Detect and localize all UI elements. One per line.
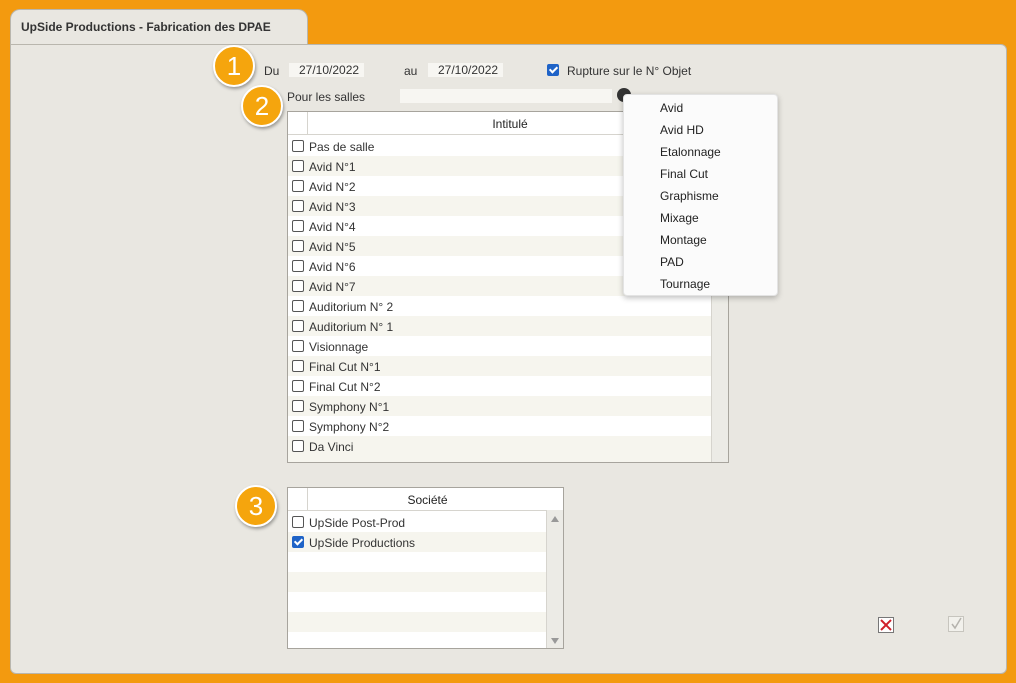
row-label: Auditorium N° 2 — [309, 300, 394, 314]
menu-item[interactable]: Montage — [660, 233, 707, 247]
row-checkbox[interactable] — [292, 536, 304, 548]
row-checkbox[interactable] — [292, 440, 304, 452]
row-label: Da Vinci — [309, 440, 354, 454]
row-label: Visionnage — [309, 340, 369, 354]
row-label: Symphony N°2 — [309, 420, 390, 434]
row-label: UpSide Post-Prod — [309, 516, 406, 530]
row-checkbox[interactable] — [292, 240, 304, 252]
row-checkbox[interactable] — [292, 300, 304, 312]
table-row[interactable]: Symphony N°2 — [288, 416, 712, 436]
table-row[interactable]: Symphony N°1 — [288, 396, 712, 416]
close-icon — [880, 619, 892, 631]
table-row[interactable]: Visionnage — [288, 336, 712, 356]
from-date-label: Du — [264, 64, 280, 78]
to-date-label: au — [404, 64, 418, 78]
ok-button[interactable] — [948, 616, 964, 632]
row-checkbox[interactable] — [292, 380, 304, 392]
row-label: Avid N°4 — [309, 220, 356, 234]
from-date-field[interactable] — [289, 63, 364, 77]
row-checkbox[interactable] — [292, 200, 304, 212]
row-label: Avid N°3 — [309, 200, 356, 214]
window-tab[interactable]: UpSide Productions - Fabrication des DPA… — [10, 9, 308, 45]
window-title: UpSide Productions - Fabrication des DPA… — [21, 20, 271, 34]
salles-label: Pour les salles — [287, 90, 366, 104]
scroll-up-icon[interactable] — [551, 516, 559, 522]
row-label: Avid N°2 — [309, 180, 356, 194]
company-table-header: Société — [288, 488, 563, 511]
row-checkbox[interactable] — [292, 260, 304, 272]
table-row[interactable] — [288, 456, 712, 462]
table-row[interactable]: Auditorium N° 1 — [288, 316, 712, 336]
step-badge-3: 3 — [235, 485, 277, 527]
table-row[interactable] — [288, 592, 547, 612]
company-scrollbar[interactable] — [546, 510, 563, 648]
company-header-title[interactable]: Société — [308, 493, 547, 507]
menu-item[interactable]: PAD — [660, 255, 684, 269]
table-row[interactable] — [288, 552, 547, 572]
row-label: Avid N°7 — [309, 280, 356, 294]
step-badge-1: 1 — [213, 45, 255, 87]
row-label: Avid N°5 — [309, 240, 356, 254]
table-row[interactable]: Auditorium N° 2 — [288, 296, 712, 316]
cancel-button[interactable] — [878, 617, 894, 633]
row-checkbox[interactable] — [292, 180, 304, 192]
scroll-down-icon[interactable] — [551, 638, 559, 644]
menu-item[interactable]: Final Cut — [660, 167, 708, 181]
table-row[interactable]: UpSide Productions — [288, 532, 547, 552]
company-table: Société UpSide Post-Prod UpSide Productio… — [287, 487, 564, 649]
row-checkbox[interactable] — [292, 140, 304, 152]
table-row[interactable] — [288, 612, 547, 632]
menu-item[interactable]: Avid — [660, 101, 683, 115]
row-label: Avid N°6 — [309, 260, 356, 274]
row-checkbox[interactable] — [292, 320, 304, 332]
row-label: Pas de salle — [309, 140, 375, 154]
table-row[interactable]: Final Cut N°1 — [288, 356, 712, 376]
row-label: Auditorium N° 1 — [309, 320, 394, 334]
menu-item[interactable]: Avid HD — [660, 123, 704, 137]
table-row[interactable]: UpSide Post-Prod — [288, 512, 547, 532]
menu-item[interactable]: Graphisme — [660, 189, 719, 203]
row-checkbox[interactable] — [292, 360, 304, 372]
row-checkbox[interactable] — [292, 340, 304, 352]
menu-item[interactable]: Tournage — [660, 277, 710, 291]
rupture-label: Rupture sur le N° Objet — [567, 64, 692, 78]
row-checkbox[interactable] — [292, 400, 304, 412]
salles-field[interactable] — [400, 89, 612, 103]
row-label: UpSide Productions — [309, 536, 416, 550]
table-row[interactable] — [288, 572, 547, 592]
to-date-field[interactable] — [428, 63, 503, 77]
menu-item[interactable]: Etalonnage — [660, 145, 721, 159]
row-label: Final Cut N°1 — [309, 360, 381, 374]
step-badge-2: 2 — [241, 85, 283, 127]
table-row[interactable]: Da Vinci — [288, 436, 712, 456]
rupture-checkbox[interactable] — [547, 64, 559, 76]
menu-item[interactable]: Mixage — [660, 211, 699, 225]
table-row[interactable]: Final Cut N°2 — [288, 376, 712, 396]
row-label: Final Cut N°2 — [309, 380, 381, 394]
row-checkbox[interactable] — [292, 516, 304, 528]
row-checkbox[interactable] — [292, 160, 304, 172]
row-checkbox[interactable] — [292, 280, 304, 292]
check-icon — [951, 617, 962, 630]
row-checkbox[interactable] — [292, 220, 304, 232]
row-label: Avid N°1 — [309, 160, 356, 174]
row-label: Symphony N°1 — [309, 400, 390, 414]
row-checkbox[interactable] — [292, 420, 304, 432]
salles-dropdown-menu: Avid Avid HD Etalonnage Final Cut Graphisme M… — [623, 94, 778, 296]
